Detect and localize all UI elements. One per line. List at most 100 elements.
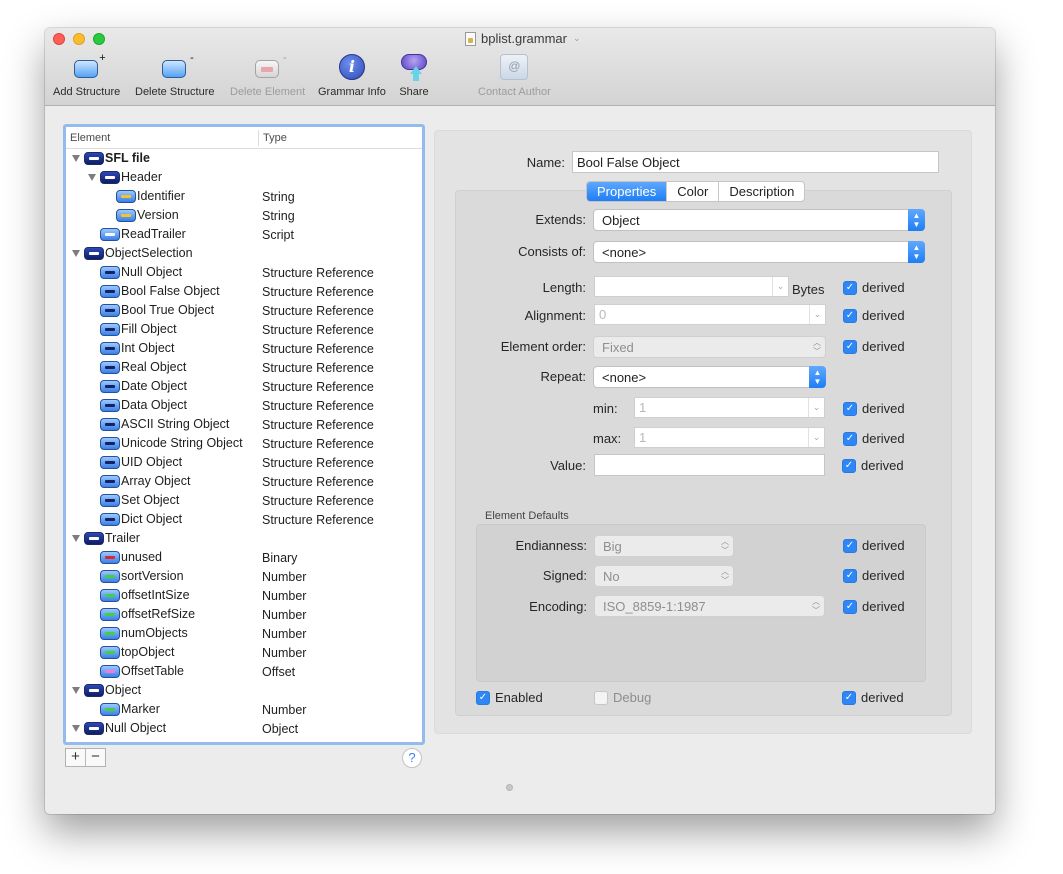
element-order-value: Fixed [602,340,634,355]
alignment-combo[interactable]: 0 ⌄ [594,304,826,325]
tree-row[interactable]: Null Object Object [66,719,422,738]
tree-row[interactable]: Int Object Structure Reference [66,339,422,358]
delete-element-button[interactable]: - Delete Element [230,52,305,99]
tree-row[interactable]: Identifier String [66,187,422,206]
chevron-down-icon[interactable]: ⌄ [809,305,825,324]
tab-color[interactable]: Color [667,182,720,201]
consists-of-popup[interactable]: <none> ▲ ▼ [593,241,925,263]
enabled-derived-checkbox[interactable]: ✓ derived [842,690,904,705]
element-name: Set Object [121,493,180,507]
tree-row[interactable]: SFL file [66,149,422,168]
tree-row[interactable]: Fill Object Structure Reference [66,320,422,339]
number-element-icon [100,646,120,659]
disclosure-triangle-icon[interactable] [72,155,80,162]
tree-row[interactable]: Dict Object Structure Reference [66,510,422,529]
tree-row[interactable]: Version String [66,206,422,225]
help-button[interactable]: ? [402,748,422,768]
max-combo[interactable]: 1 ⌄ [634,427,825,448]
column-header-element[interactable]: Element [70,132,110,144]
tree-row[interactable]: Date Object Structure Reference [66,377,422,396]
signed-label: Signed: [542,568,587,583]
endianness-derived-checkbox[interactable]: ✓ derived [843,538,905,553]
tree-row[interactable]: Object [66,681,422,700]
chevron-down-icon[interactable]: ⌄ [772,277,788,296]
tree-row[interactable]: offsetIntSize Number [66,586,422,605]
min-combo[interactable]: 1 ⌄ [634,397,825,418]
tab-properties[interactable]: Properties [587,182,668,201]
offset-element-icon [100,665,120,678]
checkmark-icon: ✓ [843,599,857,614]
disclosure-triangle-icon[interactable] [72,725,80,732]
signed-popup[interactable]: No ︿ ﹀ [594,565,734,587]
delete-structure-button[interactable]: - Delete Structure [135,52,214,99]
length-combo[interactable]: ⌄ [594,276,789,297]
element-order-popup[interactable]: Fixed ︿ ﹀ [593,336,826,358]
add-structure-button[interactable]: + Add Structure [53,52,120,99]
max-derived-checkbox[interactable]: ✓ derived [843,431,905,446]
contact-author-label: Contact Author [478,86,551,98]
endianness-popup[interactable]: Big ︿ ﹀ [594,535,734,557]
value-field[interactable] [594,454,825,476]
tree-row[interactable]: Real Object Structure Reference [66,358,422,377]
name-field[interactable]: Bool False Object [572,151,939,173]
disclosure-triangle-icon[interactable] [88,174,96,181]
tree-row[interactable]: Header [66,168,422,187]
document-title[interactable]: bplist.grammar ⌄ [465,31,581,46]
element-order-derived-checkbox[interactable]: ✓ derived [843,339,905,354]
disclosure-triangle-icon[interactable] [72,687,80,694]
tree-row[interactable]: UID Object Structure Reference [66,453,422,472]
value-derived-checkbox[interactable]: ✓ derived [842,458,904,473]
tree-row[interactable]: numObjects Number [66,624,422,643]
chevron-down-icon[interactable]: ⌄ [808,398,824,417]
encoding-popup[interactable]: ISO_8859-1:1987 ︿ ﹀ [594,595,825,617]
tree-row[interactable]: Unicode String Object Structure Reference [66,434,422,453]
debug-checkbox[interactable]: Debug [594,690,651,705]
tab-description[interactable]: Description [719,182,804,201]
element-name: offsetIntSize [121,588,190,602]
structure-tree[interactable]: Element Type SFL file Header Identifier Str… [63,124,425,745]
tree-row[interactable]: Array Object Structure Reference [66,472,422,491]
chevron-down-icon[interactable]: ⌄ [808,428,824,447]
length-derived-checkbox[interactable]: ✓ derived [843,280,905,295]
element-type: Number [262,627,307,641]
min-derived-checkbox[interactable]: ✓ derived [843,401,905,416]
extends-popup[interactable]: Object ▲ ▼ [593,209,925,231]
tree-row[interactable]: ReadTrailer Script [66,225,422,244]
tree-row[interactable]: Set Object Structure Reference [66,491,422,510]
encoding-derived-checkbox[interactable]: ✓ derived [843,599,905,614]
signed-derived-checkbox[interactable]: ✓ derived [843,568,905,583]
tree-row[interactable]: Null Object Structure Reference [66,263,422,282]
column-divider[interactable] [258,130,259,146]
tree-row[interactable]: topObject Number [66,643,422,662]
disclosure-triangle-icon[interactable] [72,250,80,257]
tree-row[interactable]: offsetRefSize Number [66,605,422,624]
tree-row[interactable]: ASCII String Object Structure Reference [66,415,422,434]
contact-author-button[interactable]: @ Contact Author [478,54,551,99]
column-header-type[interactable]: Type [263,132,287,144]
repeat-popup[interactable]: <none> ▲ ▼ [593,366,826,388]
tree-row[interactable]: ObjectSelection [66,244,422,263]
tree-row[interactable]: unused Binary [66,548,422,567]
tree-row[interactable]: Data Object Structure Reference [66,396,422,415]
minimize-window-button[interactable] [73,33,85,45]
share-button[interactable]: Share [398,54,430,99]
tree-row[interactable]: Bool False Object Structure Reference [66,282,422,301]
add-element-button[interactable]: + [66,749,85,766]
structure-element-icon [84,152,104,165]
tree-row[interactable]: OffsetTable Offset [66,662,422,681]
tree-row[interactable]: Bool True Object Structure Reference [66,301,422,320]
enabled-checkbox[interactable]: ✓ Enabled [476,690,543,705]
checkmark-icon: ✓ [843,401,857,416]
number-element-icon [100,589,120,602]
remove-element-button[interactable]: − [86,749,105,766]
tree-row[interactable]: Trailer [66,529,422,548]
element-name: Array Object [121,474,191,488]
grammar-info-button[interactable]: i Grammar Info [318,54,386,99]
disclosure-triangle-icon[interactable] [72,535,80,542]
tree-row[interactable]: Marker Number [66,700,422,719]
zoom-window-button[interactable] [93,33,105,45]
tree-row[interactable]: sortVersion Number [66,567,422,586]
alignment-derived-checkbox[interactable]: ✓ derived [843,308,905,323]
close-window-button[interactable] [53,33,65,45]
split-view-handle[interactable] [506,784,513,791]
